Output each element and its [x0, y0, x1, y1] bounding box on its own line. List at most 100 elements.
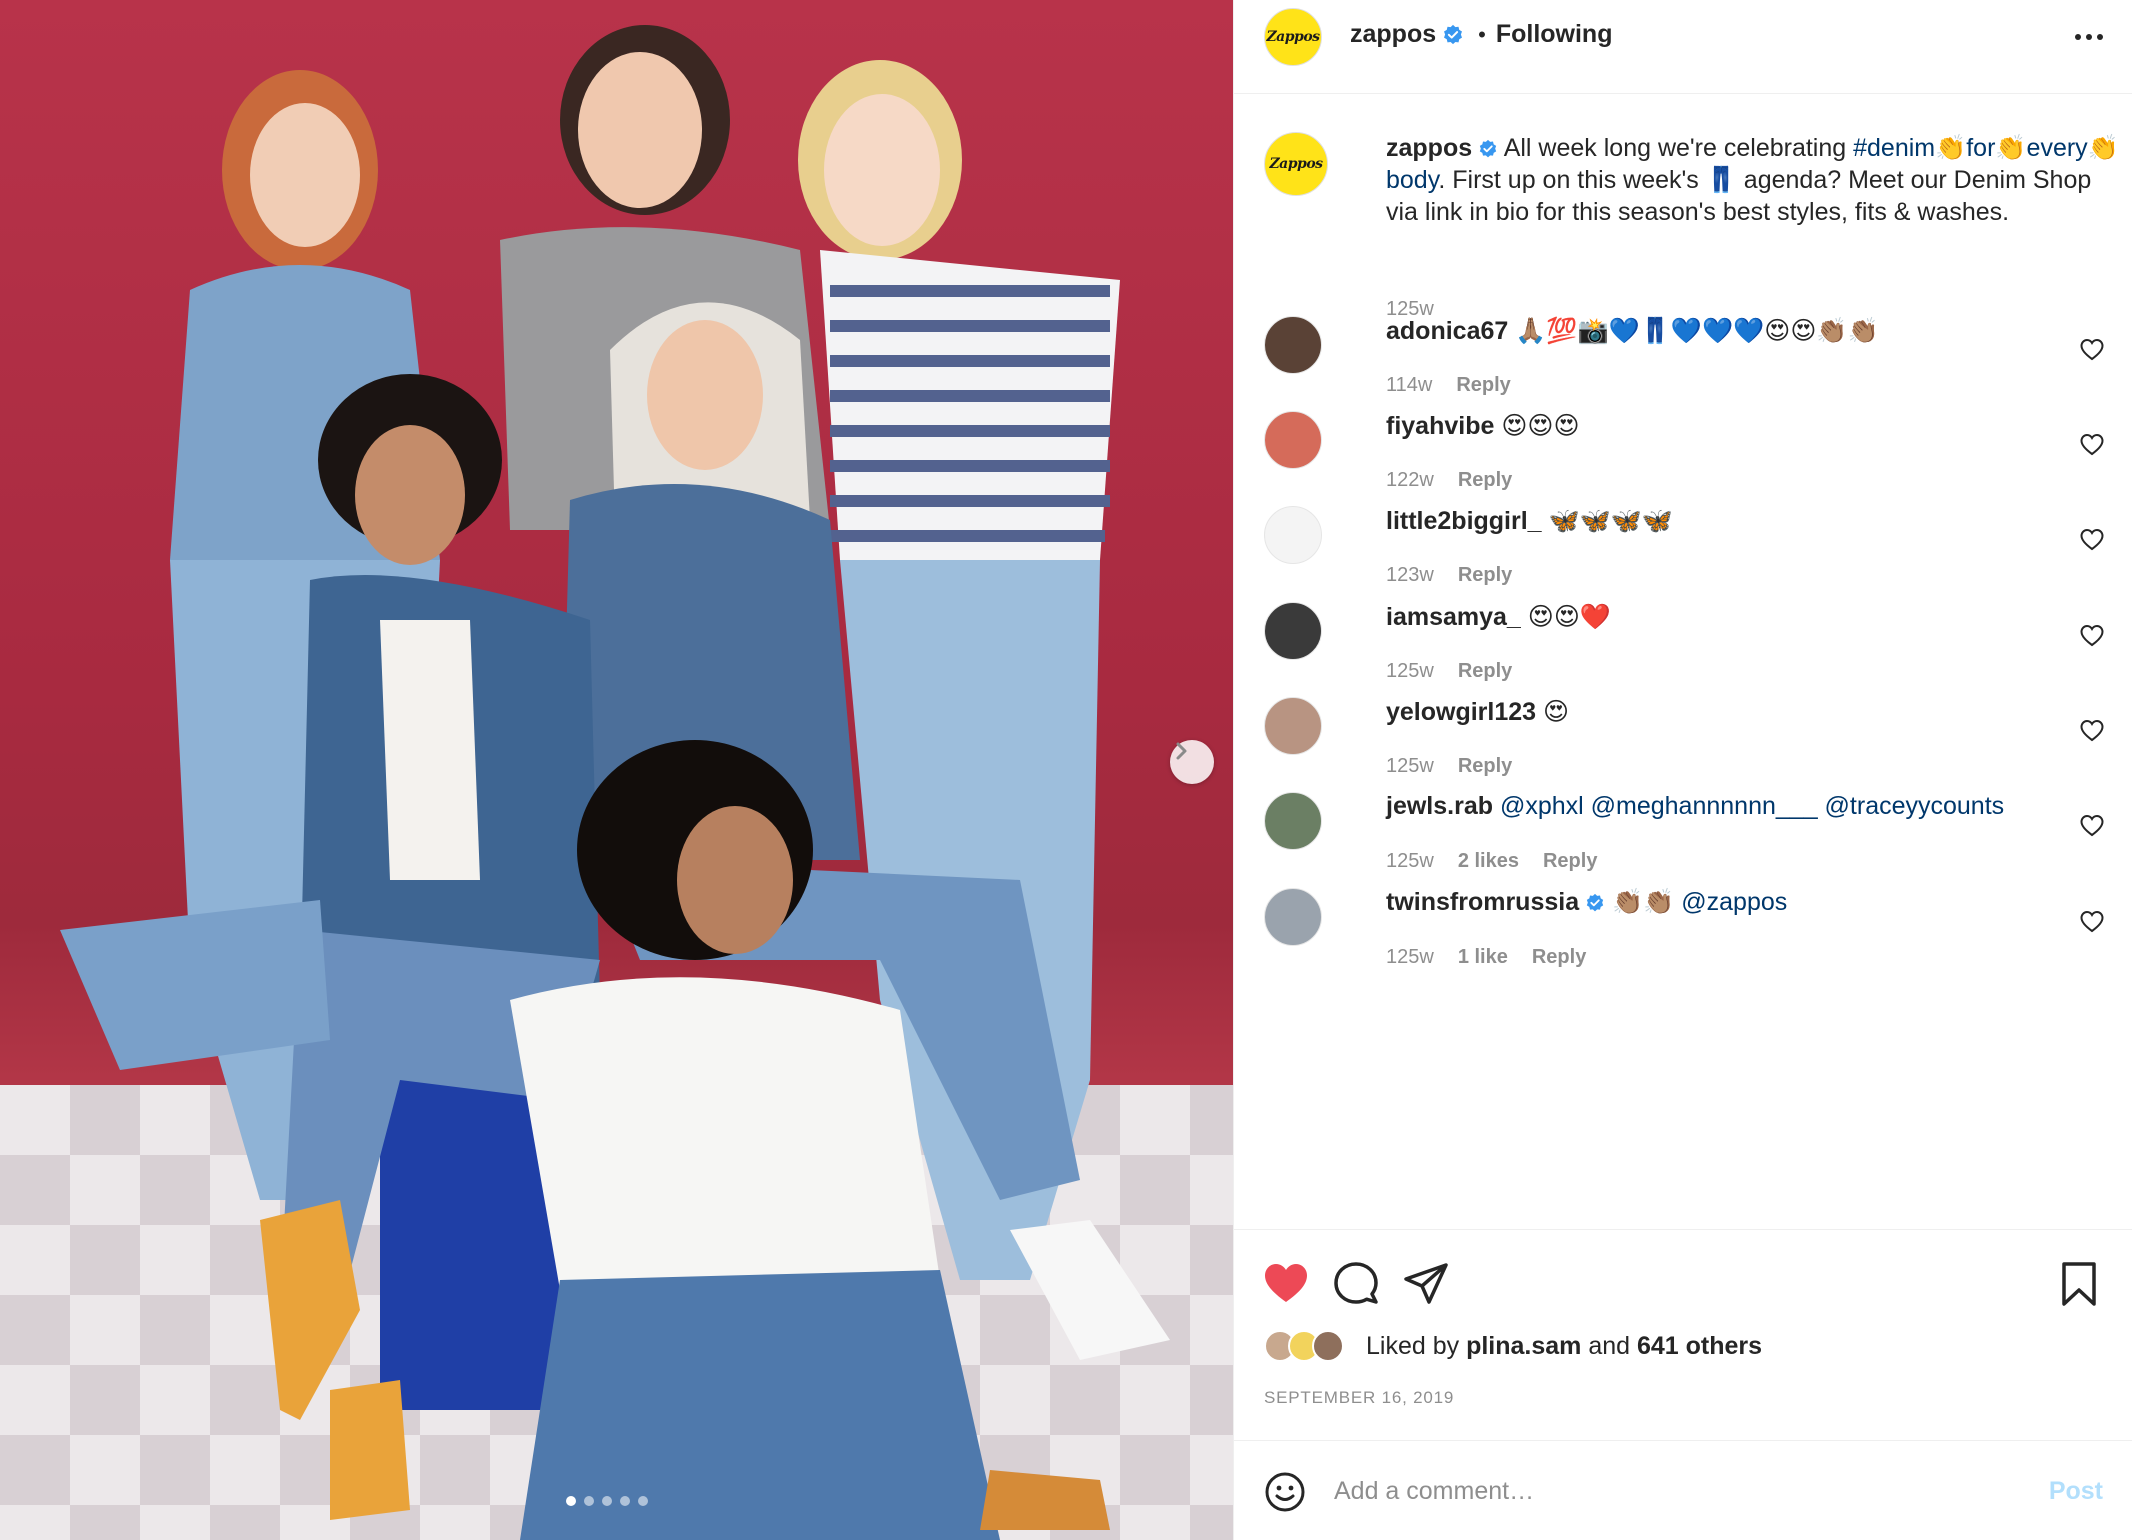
- comment-text: little2biggirl_ 🦋🦋🦋🦋: [1386, 506, 1673, 536]
- commenter-username[interactable]: twinsfromrussia: [1386, 888, 1579, 916]
- likes-text: Liked by plina.sam and 641 others: [1366, 1332, 1762, 1361]
- comment-like-heart-icon[interactable]: [2080, 528, 2104, 552]
- comment-body: @xphxl @meghannnnnn___ @traceyycounts: [1499, 792, 2005, 820]
- chevron-right-icon: [1176, 742, 1187, 760]
- verified-badge-icon: [1444, 24, 1463, 44]
- bookmark-icon[interactable]: [2055, 1260, 2103, 1308]
- post-date[interactable]: SEPTEMBER 16, 2019: [1264, 1388, 1454, 1408]
- comment-timestamp[interactable]: 125w: [1386, 850, 1434, 873]
- heart-filled-icon[interactable]: [1262, 1260, 1310, 1308]
- comment-like-heart-icon[interactable]: [2080, 910, 2104, 934]
- comment-meta: 114w Reply: [1386, 374, 1511, 397]
- commenter-avatar[interactable]: [1264, 602, 1322, 660]
- comment-like-heart-icon[interactable]: [2080, 433, 2104, 457]
- comment-input[interactable]: [1334, 1465, 1974, 1517]
- comment-text: twinsfromrussia 👏🏽👏🏽 @zappos: [1386, 888, 1787, 917]
- comment-body: 😍: [1543, 697, 1570, 726]
- verified-badge-icon: [1586, 893, 1604, 912]
- commenter-username[interactable]: iamsamya_: [1386, 603, 1521, 631]
- caption-avatar[interactable]: Zappos: [1264, 132, 1328, 196]
- comment-timestamp[interactable]: 114w: [1386, 374, 1432, 397]
- author-line: zappos • Following: [1350, 20, 1612, 49]
- comment-timestamp[interactable]: 122w: [1386, 469, 1434, 492]
- commenter-username[interactable]: adonica67: [1386, 317, 1508, 345]
- likes-summary: Liked by plina.sam and 641 others: [1264, 1330, 1762, 1362]
- reply-button[interactable]: Reply: [1532, 946, 1586, 969]
- comment-text: yelowgirl123 😍: [1386, 697, 1569, 727]
- comment-timestamp[interactable]: 125w: [1386, 755, 1434, 778]
- carousel-dots: [566, 1496, 648, 1506]
- likes-prefix: Liked by: [1366, 1331, 1467, 1360]
- following-button[interactable]: Following: [1496, 20, 1613, 49]
- striped-shirt: [820, 250, 1120, 560]
- comments-scroll-area[interactable]: Zappos zappos All week long we're celebr…: [1234, 94, 2132, 1230]
- comment-like-heart-icon[interactable]: [2080, 719, 2104, 743]
- reply-button[interactable]: Reply: [1456, 374, 1510, 397]
- caption-username[interactable]: zappos: [1386, 134, 1472, 162]
- comment-row: twinsfromrussia 👏🏽👏🏽 @zappos 125w 1 like Re…: [1264, 888, 2104, 988]
- caption-body-2: . First up on this week's 👖 agenda? Meet…: [1386, 166, 2092, 226]
- next-slide-button[interactable]: [1170, 740, 1214, 784]
- carousel-dot[interactable]: [566, 1496, 576, 1506]
- post-image[interactable]: [0, 0, 1233, 1540]
- comment-likes-count[interactable]: 1 like: [1458, 946, 1508, 969]
- carousel-dot[interactable]: [638, 1496, 648, 1506]
- comment-row: fiyahvibe 😍😍😍 122w Reply: [1264, 411, 2104, 511]
- comment-meta: 125w 1 like Reply: [1386, 946, 1586, 969]
- post-header: Zappos zappos • Following: [1234, 0, 2132, 94]
- comment-like-heart-icon[interactable]: [2080, 814, 2104, 838]
- reply-button[interactable]: Reply: [1458, 469, 1512, 492]
- comment-row: yelowgirl123 😍 125w Reply: [1264, 697, 2104, 797]
- add-comment-bar: Post: [1234, 1440, 2132, 1540]
- commenter-username[interactable]: yelowgirl123: [1386, 698, 1536, 726]
- comment-meta: 125w Reply: [1386, 755, 1512, 778]
- paper-plane-icon[interactable]: [1402, 1260, 1450, 1308]
- commenter-username[interactable]: little2biggirl_: [1386, 507, 1542, 535]
- commenter-avatar[interactable]: [1264, 697, 1322, 755]
- comment-text: jewls.rab @xphxl @meghannnnnn___ @tracey…: [1386, 792, 2004, 821]
- comment-like-heart-icon[interactable]: [2080, 338, 2104, 362]
- comment-like-heart-icon[interactable]: [2080, 624, 2104, 648]
- caption-body-1: All week long we're celebrating: [1503, 134, 1854, 162]
- reply-button[interactable]: Reply: [1458, 660, 1512, 683]
- emoji-icon[interactable]: [1264, 1471, 1306, 1513]
- reply-button[interactable]: Reply: [1543, 850, 1597, 873]
- reply-button[interactable]: Reply: [1458, 755, 1512, 778]
- author-avatar[interactable]: Zappos: [1264, 8, 1322, 66]
- comment-body: 😍😍❤️: [1527, 602, 1612, 631]
- comment-row: adonica67 🙏🏽💯📸💙👖💙💙💙😍😍👏🏽👏🏽 114w Reply: [1264, 316, 2104, 416]
- comment-body: 👏🏽👏🏽 @zappos: [1612, 888, 1788, 916]
- commenter-avatar[interactable]: [1264, 411, 1322, 469]
- comment-likes-count[interactable]: 2 likes: [1458, 850, 1519, 873]
- comment-icon[interactable]: [1332, 1260, 1380, 1308]
- comment-text: fiyahvibe 😍😍😍: [1386, 411, 1580, 441]
- comment-meta: 123w Reply: [1386, 564, 1512, 587]
- likes-middle: and: [1581, 1331, 1637, 1360]
- commenter-username[interactable]: jewls.rab: [1386, 792, 1493, 820]
- carousel-dot[interactable]: [602, 1496, 612, 1506]
- comment-body: 😍😍😍: [1501, 411, 1580, 440]
- commenter-avatar[interactable]: [1264, 792, 1322, 850]
- comment-timestamp[interactable]: 125w: [1386, 946, 1434, 969]
- commenter-avatar[interactable]: [1264, 506, 1322, 564]
- liker-username[interactable]: plina.sam: [1466, 1332, 1581, 1360]
- comment-meta: 125w 2 likes Reply: [1386, 850, 1597, 873]
- comment-timestamp[interactable]: 125w: [1386, 660, 1434, 683]
- likes-others-link[interactable]: 641 others: [1637, 1332, 1762, 1360]
- carousel-dot[interactable]: [620, 1496, 630, 1506]
- more-options-icon[interactable]: [2075, 34, 2103, 40]
- verified-badge-icon: [1479, 139, 1497, 158]
- post-comment-button[interactable]: Post: [2049, 1477, 2103, 1506]
- post-actions: Liked by plina.sam and 641 others SEPTEM…: [1234, 1230, 2132, 1440]
- comment-meta: 122w Reply: [1386, 469, 1512, 492]
- comment-row: jewls.rab @xphxl @meghannnnnn___ @tracey…: [1264, 792, 2104, 892]
- reply-button[interactable]: Reply: [1458, 564, 1512, 587]
- avatar-logo-text: Zappos: [1269, 156, 1323, 172]
- carousel-dot[interactable]: [584, 1496, 594, 1506]
- author-username[interactable]: zappos: [1350, 20, 1436, 49]
- commenter-username[interactable]: fiyahvibe: [1386, 412, 1494, 440]
- comment-timestamp[interactable]: 123w: [1386, 564, 1434, 587]
- avatar-logo-text: Zappos: [1266, 29, 1320, 45]
- commenter-avatar[interactable]: [1264, 888, 1322, 946]
- commenter-avatar[interactable]: [1264, 316, 1322, 374]
